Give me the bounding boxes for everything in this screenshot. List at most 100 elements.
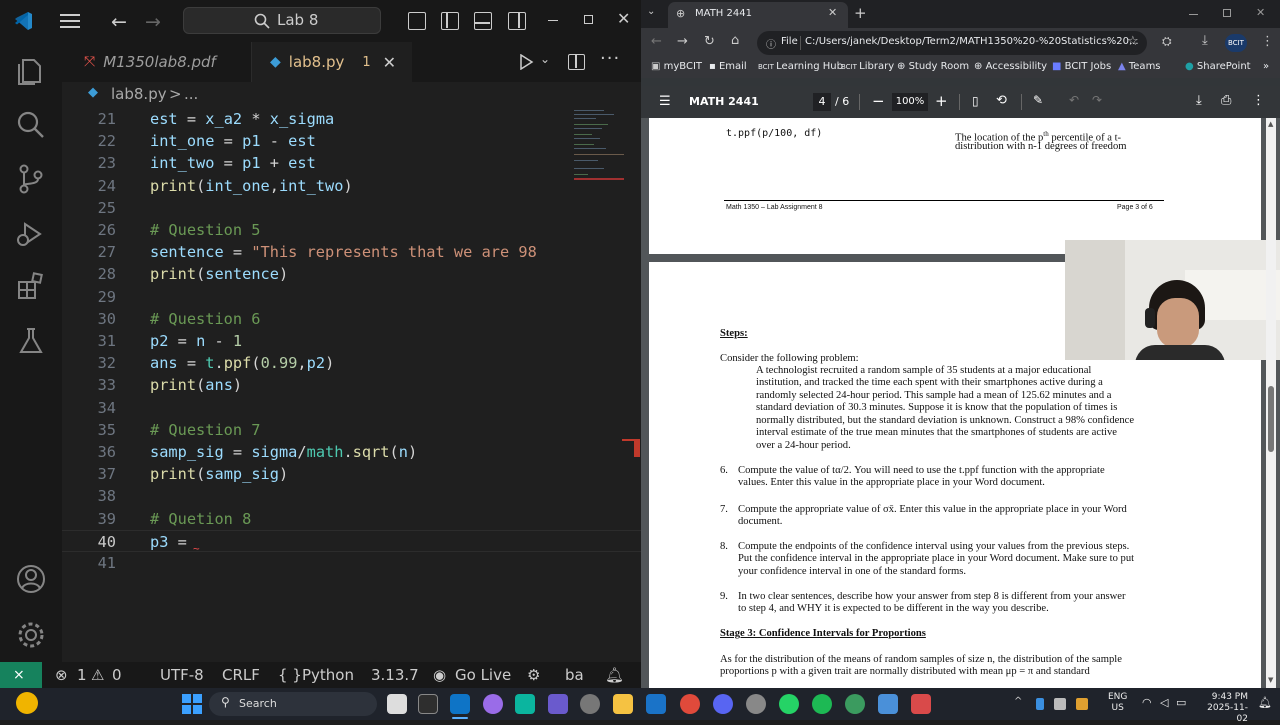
code-line[interactable]: 28 print(sentence) [62,263,641,285]
notification-bell-icon[interactable]: 🔔︎ [1258,696,1272,709]
profile-avatar[interactable]: BCIT [1225,34,1247,52]
notifications-bell-icon[interactable]: 🔔︎ [605,662,624,688]
home-icon[interactable]: ⌂ [731,33,739,48]
code-line[interactable]: 34 [62,397,641,419]
webstorm-icon[interactable] [515,694,535,714]
command-search-box[interactable]: Lab 8 [183,7,381,34]
close-window-icon[interactable]: ✕ [617,9,630,28]
discord-icon[interactable] [713,694,733,714]
code-line[interactable]: 32 ans = t.ppf(0.99,p2) [62,352,641,374]
minimize-icon[interactable] [548,20,558,21]
zoom-in-icon[interactable]: + [935,92,948,110]
run-debug-icon[interactable] [14,216,48,250]
whatsapp-icon[interactable] [779,694,799,714]
back-icon[interactable]: ← [651,34,662,49]
new-tab-icon[interactable]: + [854,4,867,22]
vscode-taskbar-icon[interactable] [450,694,470,714]
error-count[interactable]: 1 [77,662,87,688]
maximize-icon[interactable] [1223,9,1231,17]
warning-count[interactable]: 0 [112,662,122,688]
clock[interactable]: 9:43 PM 2025-11-02 [1198,692,1248,725]
close-tab-icon[interactable]: ✕ [828,6,837,19]
chrome-taskbar-icon[interactable] [680,694,700,714]
task-view-icon[interactable] [387,694,407,714]
terminal-icon[interactable] [418,694,438,714]
minimap[interactable] [570,108,630,188]
address-url[interactable]: C:/Users/janek/Desktop/Term2/MATH1350%20… [805,36,1139,47]
split-editor-icon[interactable] [568,54,585,70]
code-line[interactable]: 25 [62,197,641,219]
breadcrumb-symbol[interactable]: ... [184,85,198,103]
forward-arrow-icon[interactable]: → [145,11,161,33]
source-control-icon[interactable] [14,162,48,196]
page-number-input[interactable]: 4 [813,93,831,111]
rotate-icon[interactable]: ⟲ [996,93,1007,108]
close-window-icon[interactable]: ✕ [1256,6,1265,19]
code-line[interactable]: 30 # Question 6 [62,308,641,330]
code-line[interactable]: 35 # Question 7 [62,419,641,441]
code-line[interactable]: 33 print(ans) [62,374,641,396]
line-ending[interactable]: CRLF [222,662,260,688]
outlook-icon[interactable] [646,694,666,714]
more-actions-icon[interactable]: ··· [600,48,620,69]
code-line[interactable]: 31 p2 = n - 1 [62,330,641,352]
code-line[interactable]: 39 # Quetion 8 [62,508,641,530]
settings-taskbar-icon[interactable] [580,694,600,714]
testing-flask-icon[interactable] [14,324,48,358]
back-arrow-icon[interactable]: ← [111,11,127,33]
reload-icon[interactable]: ↻ [704,34,715,49]
sidebar-menu-icon[interactable]: ☰ [659,94,671,109]
run-file-icon[interactable] [518,54,534,70]
tab-lab8-py[interactable]: ◆ lab8.py 1 ✕ [252,42,412,82]
account-icon[interactable] [14,562,48,596]
pdf-viewer[interactable]: t.ppf(p/100, df) The location of the pth… [641,118,1280,688]
error-icon[interactable]: ⊗ [55,662,68,688]
bookmark-sharepoint[interactable]: ● SharePoint [1185,61,1251,72]
explorer-icon[interactable] [14,54,48,88]
encoding[interactable]: UTF-8 [160,662,204,688]
vuejs-icon[interactable] [548,694,568,714]
code-line[interactable]: 23 int_two = p1 + est [62,152,641,174]
address-bar[interactable]: ⓘ File C:/Users/janek/Desktop/Term2/MATH… [757,31,1147,55]
tray-app-icon[interactable] [1076,698,1088,710]
code-line[interactable]: 27 sentence = "This represents that we ar… [62,241,641,263]
forward-icon[interactable]: → [677,34,688,49]
bookmarks-overflow-icon[interactable]: » [1263,61,1269,72]
tab-actions-icon[interactable]: ⌄ [647,6,661,20]
volume-icon[interactable]: ◁ [1160,696,1168,709]
toggle-panel-icon[interactable] [474,12,492,30]
scroll-down-icon[interactable]: ▼ [1268,676,1273,684]
warning-icon[interactable]: ⚠ [91,662,104,688]
bookmark-library[interactable]: BCIT Library [841,61,894,72]
windows-start-icon[interactable] [182,694,202,714]
downloads-icon[interactable]: ⤓ [1202,33,1208,48]
spotify-icon[interactable] [812,694,832,714]
network-tray-icon[interactable] [1054,698,1066,710]
redo-icon[interactable]: ↷ [1092,93,1102,107]
more-options-icon[interactable]: ⋮ [1252,93,1265,108]
taskbar-search-box[interactable]: ⚲ Search [209,692,377,716]
go-live-button[interactable]: Go Live [455,662,511,688]
print-icon[interactable]: ⎙ [1221,93,1231,108]
python-version[interactable]: 3.13.7 [371,662,419,688]
app-window-icon[interactable] [878,694,898,714]
code-line[interactable]: 29 [62,286,641,308]
search-icon[interactable] [14,108,48,142]
bookmark-bcit-jobs[interactable]: ■ BCIT Jobs [1052,61,1111,72]
code-line[interactable]: 41 [62,552,641,574]
zoom-input[interactable]: 100% [892,93,928,111]
draw-icon[interactable]: ✎ [1033,93,1043,107]
breadcrumb-file[interactable]: lab8.py [111,85,167,103]
customize-layout-icon[interactable] [408,12,426,30]
language-braces[interactable]: { } [278,662,302,688]
bookmark-star-icon[interactable]: ☆ [1127,34,1139,49]
undo-icon[interactable]: ↶ [1069,93,1079,107]
maximize-icon[interactable] [584,15,593,24]
chrome-menu-icon[interactable]: ⋮ [1261,34,1274,49]
tray-overflow-icon[interactable]: ^ [1014,696,1022,707]
bookmark-mybcit[interactable]: ▣ myBCIT [651,61,702,72]
wifi-icon[interactable]: ◠ [1142,696,1152,709]
bookmark-study-room[interactable]: ⊕ Study Room [897,61,969,72]
messenger-icon[interactable] [746,694,766,714]
media-app-icon[interactable] [911,694,931,714]
